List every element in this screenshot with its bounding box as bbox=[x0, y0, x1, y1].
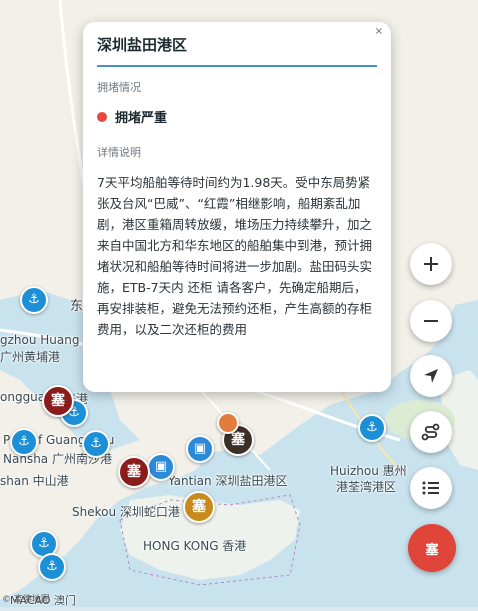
zoom-out-button[interactable] bbox=[410, 300, 452, 342]
list-icon bbox=[422, 481, 439, 495]
status-dot-icon bbox=[97, 111, 107, 122]
close-icon[interactable]: × bbox=[375, 26, 383, 37]
congestion-marker[interactable]: 塞 bbox=[42, 385, 74, 417]
map-label-humen: gzhou Huang bbox=[0, 333, 80, 347]
map-label-hongkong: HONG KONG 香港 bbox=[143, 539, 247, 553]
zoom-in-button[interactable] bbox=[410, 243, 452, 285]
congestion-status: 拥堵严重 bbox=[97, 107, 377, 126]
congestion-toggle-button[interactable]: 塞 bbox=[408, 524, 456, 572]
route-button[interactable] bbox=[410, 411, 452, 453]
navigation-arrow-icon bbox=[424, 369, 438, 383]
map-label-fragment: 东 bbox=[70, 299, 84, 314]
status-section-label: 拥堵情况 bbox=[97, 81, 141, 94]
truck-icon[interactable]: ▣ bbox=[147, 453, 175, 481]
port-info-popup: × 深圳盐田港区 拥堵情况 拥堵严重 详情说明 7天平均船舶等待时间约为1.98… bbox=[83, 22, 391, 392]
locate-button[interactable] bbox=[410, 355, 452, 397]
list-button[interactable] bbox=[410, 467, 452, 509]
map-label-guangzhou-huangpu: 广州黄埔港 bbox=[0, 350, 61, 364]
status-text: 拥堵严重 bbox=[115, 111, 168, 126]
port-anchor-icon[interactable]: ⚓ bbox=[38, 553, 66, 581]
detail-section-label: 详情说明 bbox=[97, 146, 141, 159]
congestion-marker[interactable]: 塞 bbox=[183, 491, 215, 523]
map-label-zhongshan: shan 中山港 bbox=[0, 474, 69, 488]
minus-icon bbox=[424, 320, 438, 322]
map-label-yantian: Yantian 深圳盐田港区 bbox=[168, 474, 288, 488]
port-anchor-icon[interactable]: ⚓ bbox=[358, 414, 386, 442]
map-attribution: © 高德地图 bbox=[2, 595, 50, 605]
route-icon bbox=[421, 423, 440, 441]
port-anchor-icon[interactable]: ⚓ bbox=[10, 428, 38, 456]
port-anchor-icon[interactable]: ⚓ bbox=[20, 286, 48, 314]
port-anchor-icon[interactable]: ⚓ bbox=[82, 430, 110, 458]
title-divider bbox=[97, 65, 377, 67]
truck-icon[interactable]: ▣ bbox=[186, 435, 214, 463]
map-label-shekou: Shekou 深圳蛇口港 bbox=[72, 505, 180, 519]
popup-title: 深圳盐田港区 bbox=[97, 36, 188, 54]
detail-description: 7天平均船舶等待时间约为1.98天。受中东局势紧张及台风“巴威”、“红霞”相继影… bbox=[97, 175, 373, 337]
map-label-huizhou: Huizhou 惠州 bbox=[330, 464, 407, 478]
map-label-huizhou-port: 港荃湾港区 bbox=[336, 480, 397, 494]
congestion-marker[interactable]: 塞 bbox=[118, 456, 150, 488]
plus-icon bbox=[424, 257, 438, 271]
congestion-marker[interactable] bbox=[217, 412, 239, 434]
